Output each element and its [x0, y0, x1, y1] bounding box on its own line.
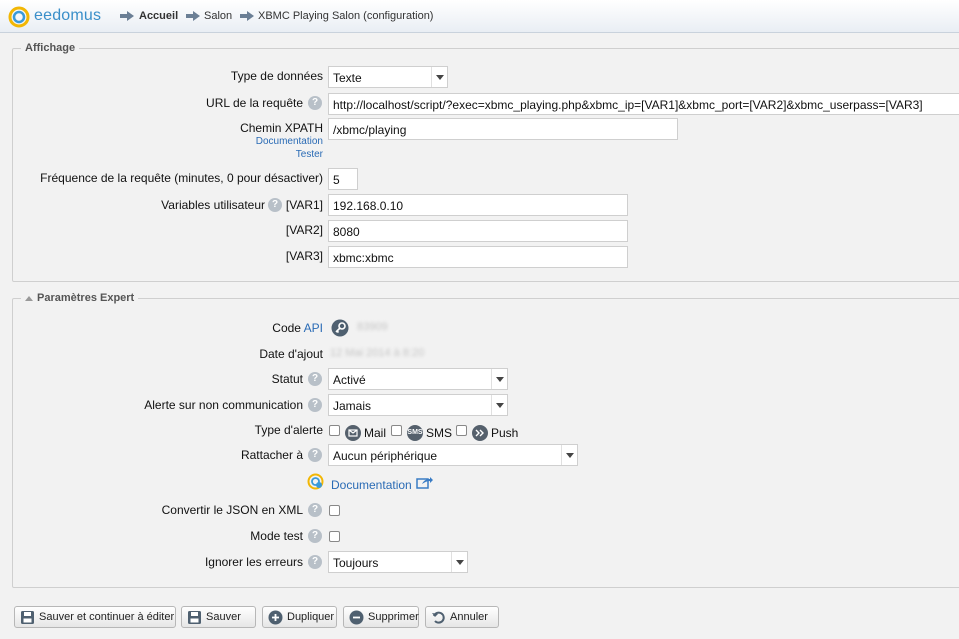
affichage-legend: Affichage	[25, 42, 76, 54]
alerte-non-communication-select[interactable]: Jamais	[328, 394, 508, 416]
var3-label: [VAR3]	[285, 249, 323, 263]
var3-input[interactable]: xbmc:xbmc	[328, 246, 628, 268]
undo-icon	[432, 611, 445, 624]
help-icon[interactable]: ?	[308, 529, 322, 543]
ignorer-erreurs-label: Ignorer les erreurs	[204, 555, 303, 569]
help-icon[interactable]: ?	[308, 448, 322, 462]
statut-label: Statut	[271, 372, 303, 386]
key-icon[interactable]	[331, 319, 349, 337]
mode-test-checkbox[interactable]	[329, 531, 340, 542]
eedomus-logo-icon[interactable]	[8, 6, 30, 28]
xpath-tester-link[interactable]: Tester	[296, 149, 323, 160]
chevron-down-icon	[451, 552, 467, 572]
plus-circle-icon	[268, 610, 283, 625]
save-button[interactable]: Sauver	[181, 606, 256, 628]
url-requete-input[interactable]: http://localhost/script/?exec=xbmc_playi…	[328, 93, 959, 115]
rattacher-label: Rattacher à	[240, 448, 303, 462]
variables-utilisateur-label: Variables utilisateur	[161, 198, 265, 212]
floppy-disk-icon	[21, 611, 34, 624]
duplicate-button[interactable]: Dupliquer	[262, 606, 337, 628]
ignorer-erreurs-select[interactable]: Toujours	[328, 551, 468, 573]
push-icon	[472, 425, 488, 441]
minus-circle-icon	[349, 610, 364, 625]
sms-icon: SMS	[407, 425, 423, 441]
push-alert-checkbox[interactable]	[456, 425, 467, 436]
type-alerte-label: Type d'alerte	[254, 423, 323, 437]
statut-select[interactable]: Activé	[328, 368, 508, 390]
mode-test-label: Mode test	[250, 529, 303, 543]
var2-input[interactable]: 8080	[328, 220, 628, 242]
chemin-xpath-label: Chemin XPATH	[240, 121, 323, 135]
rattacher-select[interactable]: Aucun périphérique	[328, 444, 578, 466]
chemin-xpath-input[interactable]: /xbmc/playing	[328, 118, 678, 140]
chevron-down-icon	[491, 369, 507, 389]
xpath-documentation-link[interactable]: Documentation	[256, 136, 323, 147]
chevron-down-icon	[561, 445, 577, 465]
breadcrumb-arrow-icon	[120, 11, 134, 21]
help-icon[interactable]: ?	[308, 398, 322, 412]
mail-alert-checkbox[interactable]	[329, 425, 340, 436]
sms-alert-checkbox[interactable]	[391, 425, 402, 436]
mail-alert-label: Mail	[364, 426, 387, 440]
collapse-arrow-icon[interactable]	[25, 296, 33, 301]
help-icon[interactable]: ?	[308, 503, 322, 517]
breadcrumb-salon[interactable]: Salon	[204, 10, 232, 22]
help-icon[interactable]: ?	[308, 555, 322, 569]
help-icon[interactable]: ?	[268, 198, 282, 212]
frequence-input[interactable]: 5	[328, 168, 358, 190]
save-continue-button[interactable]: Sauver et continuer à éditer	[14, 606, 176, 628]
convertir-json-label: Convertir le JSON en XML	[161, 503, 303, 517]
code-api-link[interactable]: API	[304, 321, 323, 335]
floppy-disk-icon	[188, 611, 201, 624]
code-value: 83909	[357, 321, 388, 333]
cancel-button[interactable]: Annuler	[425, 606, 499, 628]
var1-label: [VAR1]	[285, 198, 323, 212]
convertir-json-checkbox[interactable]	[329, 505, 340, 516]
chevron-down-icon	[491, 395, 507, 415]
parametres-expert-legend[interactable]: Paramètres Expert	[21, 292, 138, 304]
help-icon[interactable]: ?	[308, 372, 322, 386]
breadcrumb-current-page: XBMC Playing Salon (configuration)	[258, 10, 434, 22]
documentation-icon	[307, 473, 324, 490]
breadcrumb-accueil[interactable]: Accueil	[139, 10, 178, 22]
alerte-non-communication-label: Alerte sur non communication	[144, 398, 303, 412]
var1-input[interactable]: 192.168.0.10	[328, 194, 628, 216]
type-donnees-select[interactable]: Texte	[328, 66, 448, 88]
top-bar: eedomus Accueil Salon XBMC Playing Salon…	[0, 0, 959, 33]
type-donnees-label: Type de données	[230, 69, 323, 83]
date-ajout-label: Date d'ajout	[259, 347, 323, 361]
breadcrumb-arrow-icon	[186, 11, 200, 21]
breadcrumb-arrow-icon	[240, 11, 254, 21]
date-ajout-value: 12 Mai 2014 à 8:20	[330, 347, 425, 359]
help-icon[interactable]: ?	[308, 96, 322, 110]
frequence-label: Fréquence de la requête (minutes, 0 pour…	[40, 171, 323, 185]
push-alert-label: Push	[491, 426, 519, 440]
documentation-link[interactable]: Documentation	[331, 478, 412, 492]
chevron-down-icon	[431, 67, 447, 87]
url-requete-label: URL de la requête	[206, 96, 303, 110]
var2-label: [VAR2]	[285, 223, 323, 237]
code-label: Code API	[272, 321, 323, 335]
delete-button[interactable]: Supprimer	[343, 606, 419, 628]
sms-alert-label: SMS	[426, 426, 453, 440]
mail-icon	[345, 425, 361, 441]
logo-text[interactable]: eedomus	[34, 7, 101, 25]
external-link-icon[interactable]	[416, 476, 433, 489]
